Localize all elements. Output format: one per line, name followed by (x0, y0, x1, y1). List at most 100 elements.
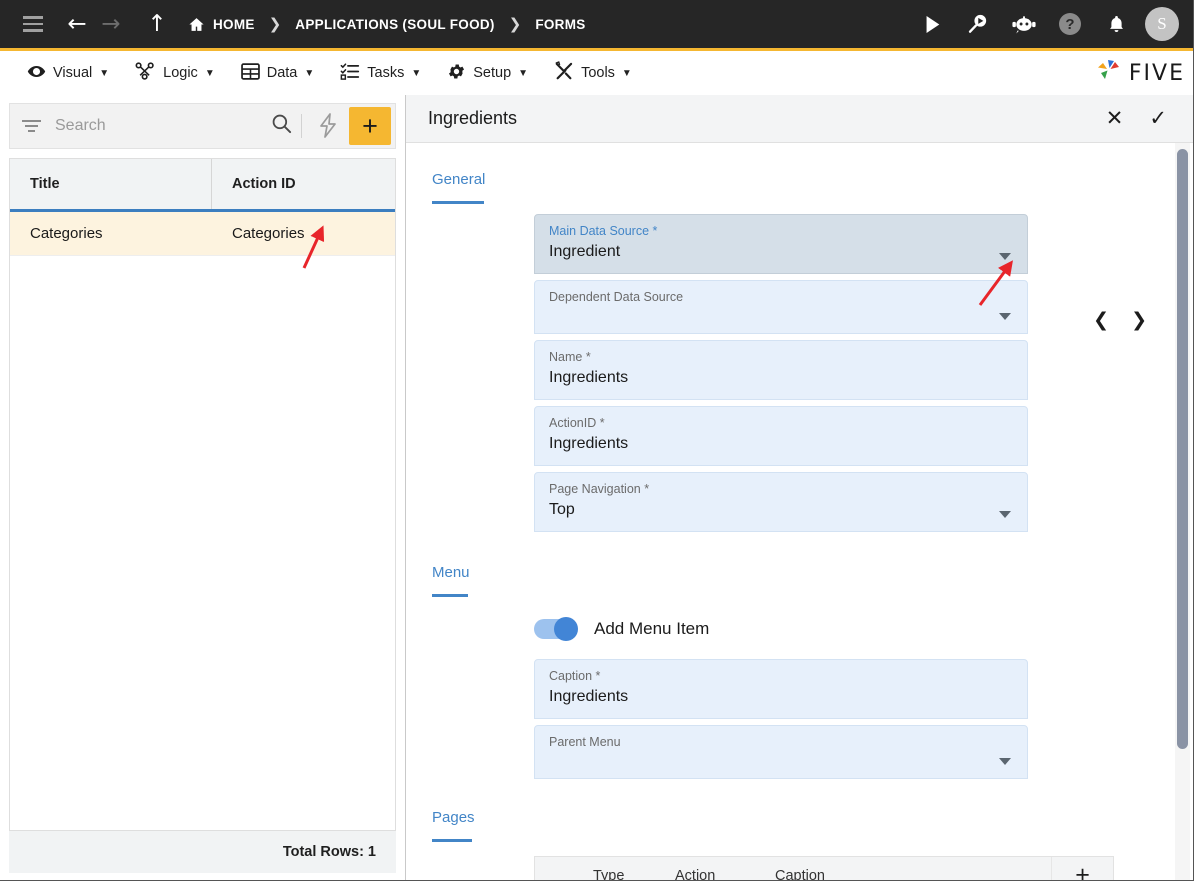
section-label-pages: Pages (432, 809, 475, 827)
field-caption[interactable]: Caption * Ingredients (534, 659, 1028, 720)
help-icon[interactable]: ? (1053, 7, 1087, 41)
record-navigation: ❮ ❯ (1093, 309, 1147, 331)
field-value-caption: Ingredients (549, 688, 629, 706)
section-header-menu[interactable]: Menu (432, 564, 470, 598)
user-avatar[interactable]: S (1145, 7, 1179, 41)
menu-item-setup[interactable]: Setup ▼ (434, 51, 541, 95)
top-navigation-bar: ← → ↑ HOME ❯ APPLICATIONS (SOUL FOOD) ❯ … (0, 0, 1193, 48)
checklist-icon (340, 62, 360, 85)
debug-search-icon[interactable] (961, 7, 995, 41)
pages-column-caption: Caption (775, 867, 825, 880)
field-parent-menu[interactable]: Parent Menu (534, 725, 1028, 780)
chevron-down-icon[interactable] (999, 758, 1011, 766)
chevron-down-icon: ▼ (204, 67, 215, 79)
eye-icon (27, 62, 46, 85)
five-pinwheel-icon (1094, 58, 1124, 89)
lightning-bolt-icon[interactable] (311, 113, 345, 139)
section-header-general[interactable]: General (432, 171, 485, 204)
section-label-menu: Menu (432, 564, 470, 582)
field-value-page-navigation: Top (549, 501, 575, 519)
add-page-button[interactable]: + (1051, 857, 1113, 880)
field-value-action-id: Ingredients (549, 435, 629, 453)
forward-arrow-glyph: → (101, 10, 121, 37)
general-fields: Main Data Source * Ingredient Dependent … (534, 214, 1028, 533)
field-action-id[interactable]: ActionID * Ingredients (534, 406, 1028, 467)
section-underline (432, 839, 472, 843)
forward-arrow-icon[interactable]: → (94, 7, 128, 41)
chevron-down-icon: ▼ (411, 67, 422, 79)
table-row[interactable]: Categories Categories (10, 212, 395, 256)
column-header-action-id-label: Action ID (232, 176, 296, 192)
vertical-scrollbar-thumb[interactable] (1177, 149, 1188, 749)
field-main-data-source[interactable]: Main Data Source * Ingredient (534, 214, 1028, 275)
breadcrumb-item-applications[interactable]: APPLICATIONS (SOUL FOOD) (295, 17, 494, 32)
breadcrumb-item-home[interactable]: HOME (213, 17, 255, 32)
forms-grid-footer: Total Rows: 1 (9, 830, 396, 873)
chevron-down-icon[interactable] (999, 253, 1011, 261)
breadcrumb: HOME ❯ APPLICATIONS (SOUL FOOD) ❯ FORMS (188, 15, 586, 33)
column-header-title-label: Title (30, 176, 60, 192)
gear-icon (447, 62, 466, 85)
toggle-knob (554, 617, 578, 642)
pages-table-header: Type Action Caption + (535, 857, 1113, 880)
run-play-icon[interactable] (915, 7, 949, 41)
menu-item-visual[interactable]: Visual ▼ (14, 51, 122, 95)
field-name[interactable]: Name * Ingredients (534, 340, 1028, 401)
section-underline (432, 594, 468, 598)
cell-title: Categories (30, 225, 103, 242)
chevron-down-icon: ▼ (518, 67, 529, 79)
breadcrumb-item-forms[interactable]: FORMS (535, 17, 585, 32)
form-detail-panel: Ingredients ✕ ✓ General ❮ ❯ Main Data So… (406, 95, 1193, 880)
back-arrow-glyph: ← (67, 10, 87, 37)
menu-label-logic: Logic (163, 65, 198, 81)
pages-column-action: Action (675, 867, 716, 880)
save-check-icon[interactable]: ✓ (1149, 108, 1167, 129)
help-question-glyph: ? (1059, 13, 1081, 35)
toolbar-divider (301, 114, 302, 138)
menu-fields: Caption * Ingredients Parent Menu (534, 659, 1028, 780)
menu-label-tasks: Tasks (367, 65, 405, 81)
menu-item-data[interactable]: Data ▼ (228, 51, 328, 95)
menu-item-logic[interactable]: Logic ▼ (122, 51, 228, 95)
field-dependent-data-source[interactable]: Dependent Data Source (534, 280, 1028, 335)
pages-table: Type Action Caption + Form (534, 856, 1114, 880)
up-arrow-glyph: ↑ (147, 10, 167, 37)
section-underline (432, 201, 484, 204)
filter-icon[interactable] (22, 120, 41, 132)
add-menu-item-toggle[interactable] (534, 617, 578, 642)
logic-nodes-icon (135, 61, 156, 85)
application-window: ← → ↑ HOME ❯ APPLICATIONS (SOUL FOOD) ❯ … (0, 0, 1194, 881)
up-arrow-icon[interactable]: ↑ (140, 7, 174, 41)
grid-empty-space (10, 256, 395, 830)
column-header-action-id[interactable]: Action ID (212, 159, 395, 209)
breadcrumb-separator: ❯ (508, 15, 522, 33)
forms-list-panel: + Title Action ID Categories Categories (0, 95, 406, 880)
menu-item-tasks[interactable]: Tasks ▼ (327, 51, 434, 95)
chevron-down-icon: ▼ (99, 67, 110, 79)
back-arrow-icon[interactable]: ← (60, 7, 94, 41)
add-form-button[interactable]: + (349, 107, 391, 145)
column-header-title[interactable]: Title (10, 159, 212, 209)
close-icon[interactable]: ✕ (1106, 108, 1124, 129)
menu-item-tools[interactable]: Tools ▼ (541, 51, 645, 95)
prev-record-icon[interactable]: ❮ (1093, 309, 1109, 331)
search-input[interactable] (55, 117, 271, 135)
field-label-caption: Caption * (549, 669, 601, 684)
chevron-down-icon[interactable] (999, 511, 1011, 519)
section-header-pages[interactable]: Pages (432, 809, 475, 843)
top-bar-actions: ? S (915, 7, 1179, 41)
field-label-main-data-source: Main Data Source * (549, 224, 658, 238)
chevron-down-icon[interactable] (999, 313, 1011, 321)
forms-grid: Title Action ID Categories Categories (9, 158, 396, 830)
total-rows-label: Total Rows: 1 (282, 844, 376, 860)
search-icon[interactable] (271, 113, 292, 139)
next-record-icon[interactable]: ❯ (1131, 309, 1147, 331)
wrench-screwdriver-icon (554, 61, 574, 85)
field-page-navigation[interactable]: Page Navigation * Top (534, 472, 1028, 533)
home-icon (188, 16, 205, 33)
chatbot-robot-icon[interactable] (1007, 7, 1041, 41)
menu-label-tools: Tools (581, 65, 615, 81)
chevron-down-icon: ▼ (304, 67, 315, 79)
notifications-bell-icon[interactable] (1099, 7, 1133, 41)
hamburger-menu-icon[interactable] (16, 7, 50, 41)
